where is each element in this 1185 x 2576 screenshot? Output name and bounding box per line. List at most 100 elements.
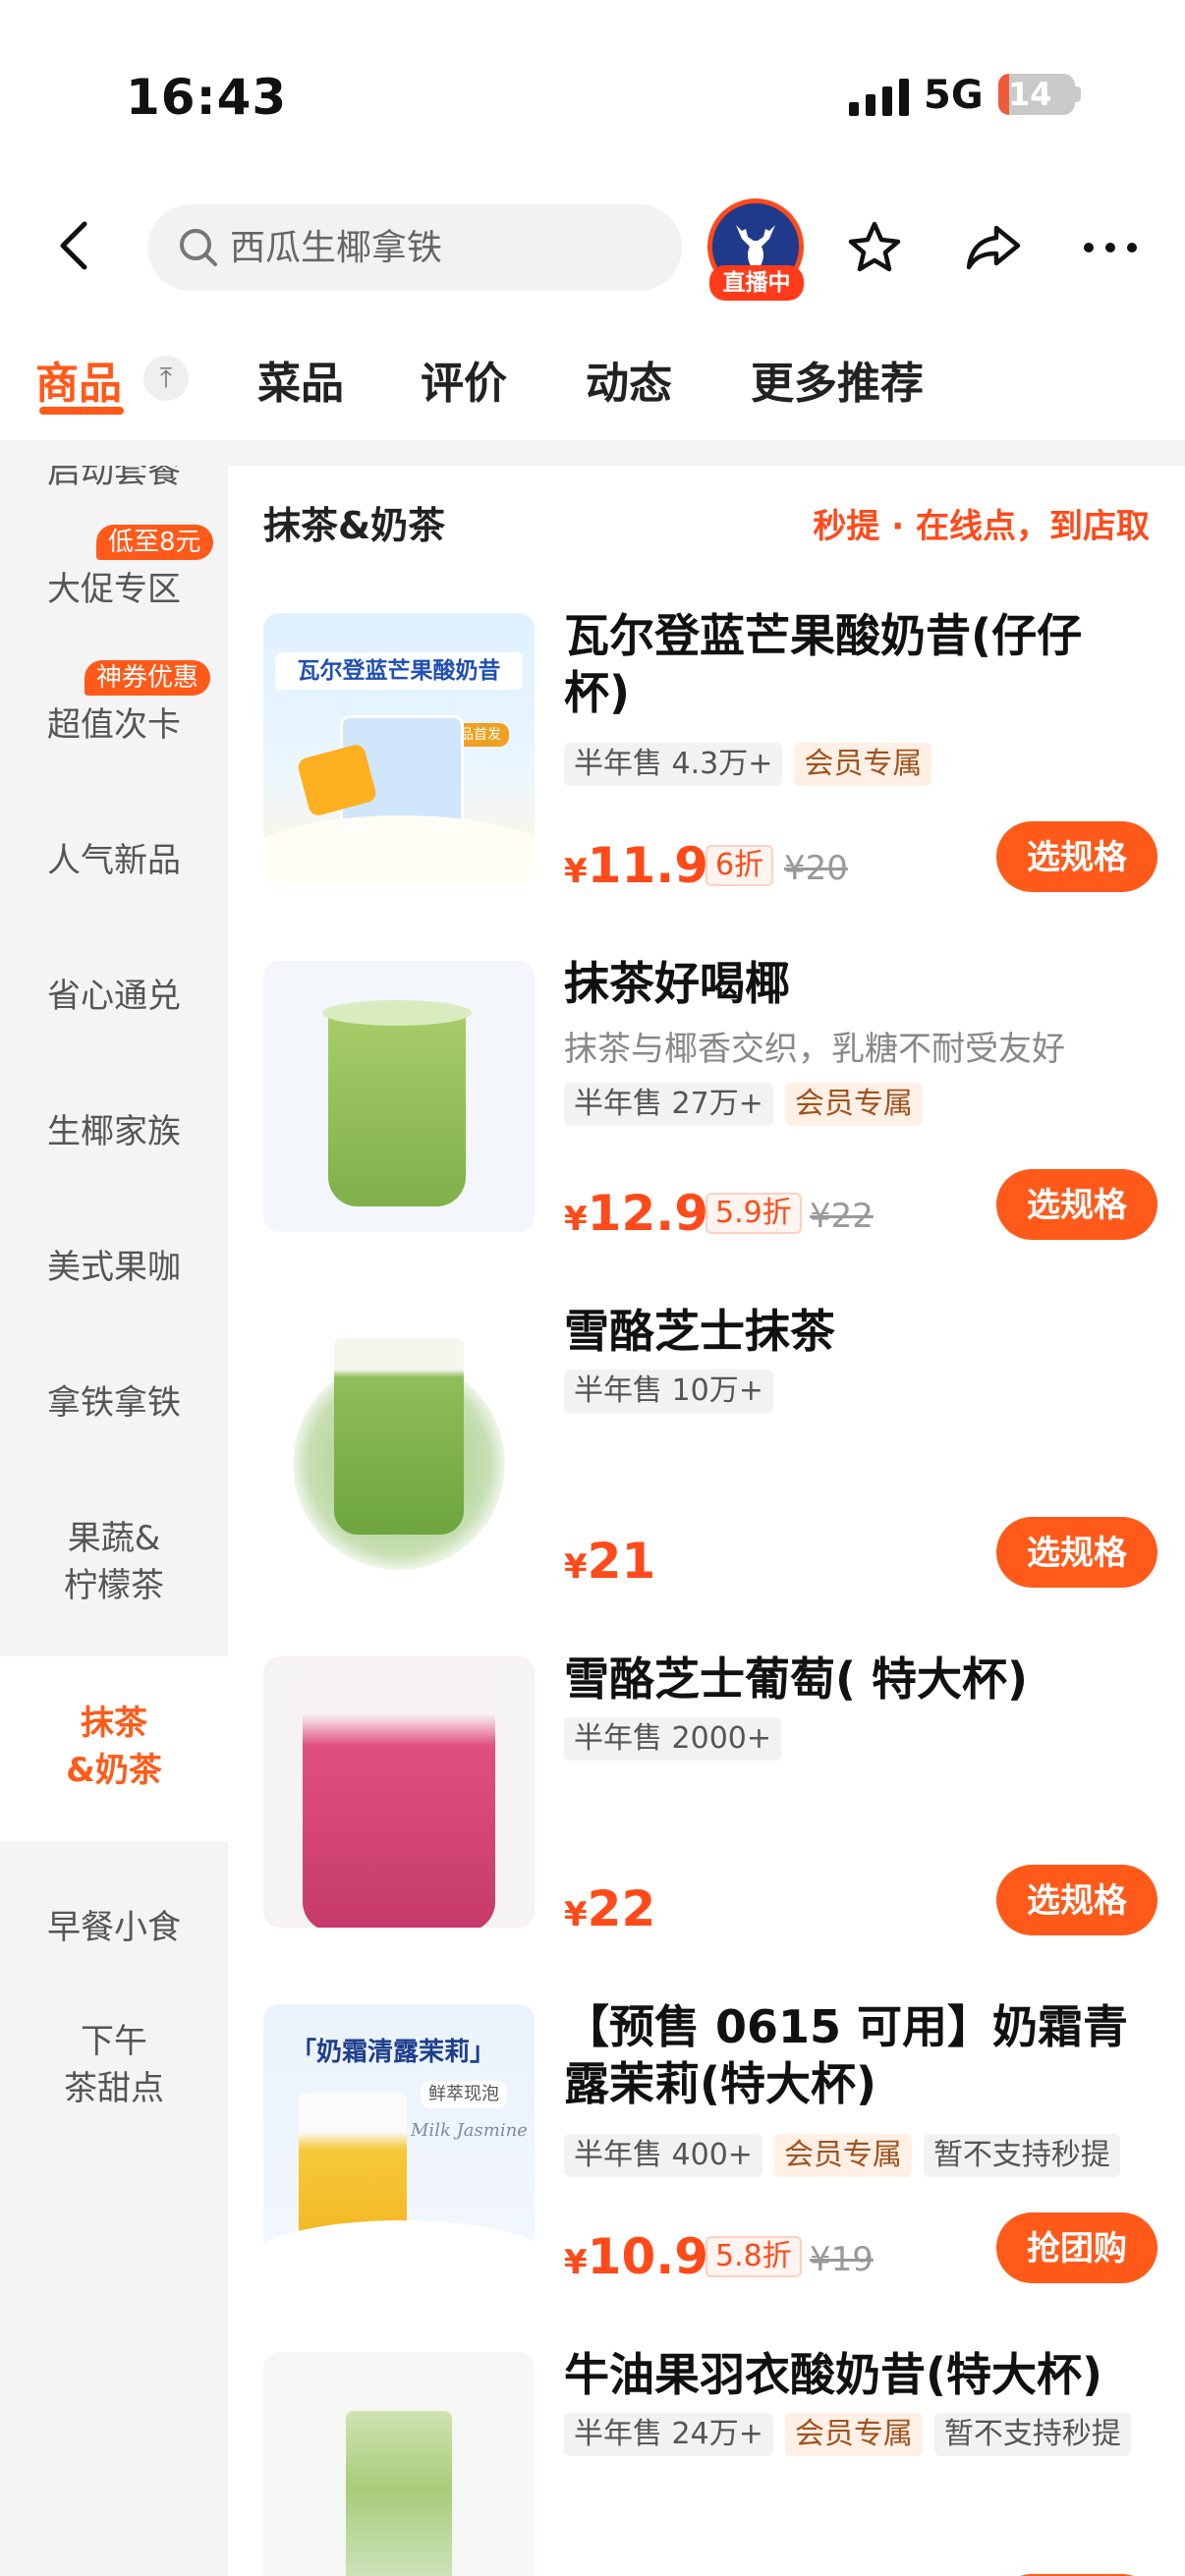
select-spec-button[interactable]: 选规格	[996, 1865, 1157, 1935]
search-input[interactable]	[228, 226, 664, 269]
product-image	[263, 1656, 535, 1928]
sidebar-item-breakfast[interactable]: 早餐小食	[0, 1904, 228, 1951]
signal-icon	[849, 79, 909, 116]
sales-tag: 半年售 2000+	[564, 1717, 782, 1761]
discount-badge: 6折	[705, 845, 774, 886]
sidebar-item-label: 果蔬&	[67, 1519, 161, 1558]
product-image	[263, 1309, 535, 1580]
sidebar-item-latte[interactable]: 拿铁拿铁	[0, 1379, 228, 1427]
discount-badge: 5.9折	[705, 1193, 802, 1234]
star-icon[interactable]	[843, 216, 906, 279]
tab-reviews[interactable]: 评价	[421, 348, 507, 411]
price-value: 11.9	[587, 837, 709, 894]
sidebar-item-americano[interactable]: 美式果咖	[0, 1244, 228, 1291]
product-list: 抹茶&奶茶 秒提 · 在线点，到店取 瓦尔登蓝芒果酸奶昔 新品首发 瓦尔登蓝芒果…	[228, 466, 1185, 2576]
sales-tag: 半年售 10万+	[564, 1370, 773, 1413]
battery-tip	[1075, 86, 1081, 102]
no-quick-pickup-tag: 暂不支持秒提	[923, 2134, 1120, 2177]
sidebar-item-label: 大促专区	[47, 570, 181, 609]
product-price: ¥11.9	[564, 837, 708, 894]
sidebar-item-coconut[interactable]: 生椰家族	[0, 1108, 228, 1155]
sidebar-item-new[interactable]: 人气新品	[0, 837, 228, 884]
sidebar-item-starter[interactable]: 启动套餐	[0, 466, 228, 495]
sidebar-item-value-card[interactable]: 超值次卡	[0, 701, 228, 749]
product-name: 抹茶好喝椰	[564, 957, 790, 1010]
sidebar-item-label-line2: 茶甜点	[64, 2069, 164, 2108]
sales-tag: 半年售 27万+	[564, 1083, 773, 1126]
scroll-top-icon[interactable]: ⤒	[143, 356, 189, 401]
product-image: 瓦尔登蓝芒果酸奶昔 新品首发	[263, 613, 535, 884]
member-tag: 会员专属	[784, 1083, 923, 1126]
product-card[interactable]: 雪酪芝士抹茶 半年售 10万+ ¥21 选规格	[263, 1305, 1157, 1603]
product-card[interactable]: 抹茶好喝椰 抹茶与椰香交织，乳糖不耐受友好 半年售 27万+ 会员专属 ¥12.…	[263, 957, 1157, 1256]
sidebar-tag-promo: 低至8元	[96, 525, 213, 560]
sidebar-item-matcha-milk-tea[interactable]: 抹茶 &奶茶	[0, 1656, 228, 1841]
tab-products[interactable]: 商品	[35, 348, 122, 411]
original-price: ¥20	[784, 849, 848, 888]
tab-more-recommend[interactable]: 更多推荐	[751, 348, 924, 411]
sidebar-item-exchange[interactable]: 省心通兑	[0, 973, 228, 1020]
product-price: ¥22	[564, 1880, 655, 1937]
product-name: 瓦尔登蓝芒果酸奶昔(仔仔杯)	[564, 609, 1083, 719]
milk-splash-shape	[263, 2220, 535, 2275]
product-tags: 半年售 400+ 会员专属 暂不支持秒提	[564, 2134, 1120, 2177]
sidebar-item-label: 超值次卡	[47, 705, 181, 745]
tab-updates[interactable]: 动态	[586, 348, 672, 411]
battery-icon: 14	[998, 74, 1075, 115]
price-value: 22	[587, 1880, 656, 1937]
search-bar[interactable]	[147, 204, 682, 291]
discount-badge: 5.8折	[705, 2236, 802, 2277]
status-time: 16:43	[126, 69, 288, 126]
product-name: 雪酪芝士葡萄( 特大杯)	[564, 1652, 1029, 1706]
member-tag: 会员专属	[784, 2413, 923, 2456]
live-badge[interactable]: 直播中	[709, 265, 804, 301]
price-value: 10.9	[587, 2228, 709, 2285]
product-card[interactable]: 雪酪芝士葡萄( 特大杯) 半年售 2000+ ¥22 选规格	[263, 1652, 1157, 1951]
product-name: 【预售 0615 可用】奶霜青露茉莉(特大杯)	[564, 2000, 1129, 2110]
product-tags: 半年售 27万+ 会员专属	[564, 1083, 923, 1126]
product-tags: 半年售 4.3万+ 会员专属	[564, 743, 932, 786]
tab-dishes[interactable]: 菜品	[257, 348, 344, 411]
currency-symbol: ¥	[564, 2243, 588, 2282]
product-image-title: 「奶霜清露茉莉」	[291, 2038, 496, 2067]
product-price: ¥12.9	[564, 1185, 708, 1242]
category-sidebar: 启动套餐 大促专区 低至8元 超值次卡 神券优惠 人气新品 省心通兑 生椰家族 …	[0, 466, 228, 2576]
product-name: 雪酪芝士抹茶	[564, 1305, 835, 1358]
member-tag: 会员专属	[794, 743, 932, 786]
select-spec-button[interactable]: 选规格	[996, 1517, 1157, 1588]
back-icon[interactable]	[51, 218, 100, 273]
product-image	[263, 2352, 535, 2576]
product-tags: 半年售 2000+	[564, 1717, 782, 1761]
milk-splash-shape	[263, 815, 535, 884]
member-tag: 会员专属	[773, 2134, 912, 2177]
product-card[interactable]: 「奶霜清露茉莉」 鲜萃现泡 Milk Jasmine 【预售 0615 可用】奶…	[263, 2000, 1157, 2299]
currency-symbol: ¥	[564, 1895, 588, 1934]
sidebar-item-label-line2: 柠檬茶	[64, 1566, 164, 1605]
cup-shape	[328, 1010, 466, 1206]
product-card[interactable]: 瓦尔登蓝芒果酸奶昔 新品首发 瓦尔登蓝芒果酸奶昔(仔仔杯) 半年售 4.3万+ …	[263, 609, 1157, 908]
more-icon[interactable]	[1079, 216, 1142, 279]
product-card[interactable]: 牛油果羽衣酸奶昔(特大杯) 半年售 24万+ 会员专属 暂不支持秒提	[263, 2348, 1157, 2576]
sidebar-item-label: 下午	[81, 2022, 147, 2061]
product-price: ¥21	[564, 1533, 655, 1590]
product-tags: 半年售 24万+ 会员专属 暂不支持秒提	[564, 2413, 1131, 2456]
active-tab-indicator	[39, 407, 124, 415]
search-icon	[180, 229, 217, 266]
select-spec-button[interactable]: 选规格	[996, 821, 1157, 892]
product-name: 牛油果羽衣酸奶昔(特大杯)	[564, 2348, 1103, 2401]
sidebar-item-promo[interactable]: 大促专区	[0, 566, 228, 613]
sidebar-item-fruit-tea[interactable]: 果蔬& 柠檬茶	[0, 1515, 228, 1609]
divider-band	[0, 440, 1185, 466]
group-buy-button[interactable]: 抢团购	[996, 2212, 1157, 2283]
sidebar-item-afternoon-tea[interactable]: 下午 茶甜点	[0, 2018, 228, 2112]
sales-tag: 半年售 400+	[564, 2134, 762, 2177]
share-icon[interactable]	[961, 216, 1024, 279]
sales-tag: 半年售 24万+	[564, 2413, 773, 2456]
product-desc: 抹茶与椰香交织，乳糖不耐受友好	[564, 1030, 1065, 1069]
no-quick-pickup-tag: 暂不支持秒提	[933, 2413, 1131, 2456]
select-spec-button[interactable]: 选规格	[996, 1169, 1157, 1240]
original-price: ¥22	[810, 1197, 874, 1236]
price-value: 12.9	[587, 1185, 709, 1242]
network-label: 5G	[924, 73, 984, 118]
cup-shape	[303, 1666, 495, 1928]
